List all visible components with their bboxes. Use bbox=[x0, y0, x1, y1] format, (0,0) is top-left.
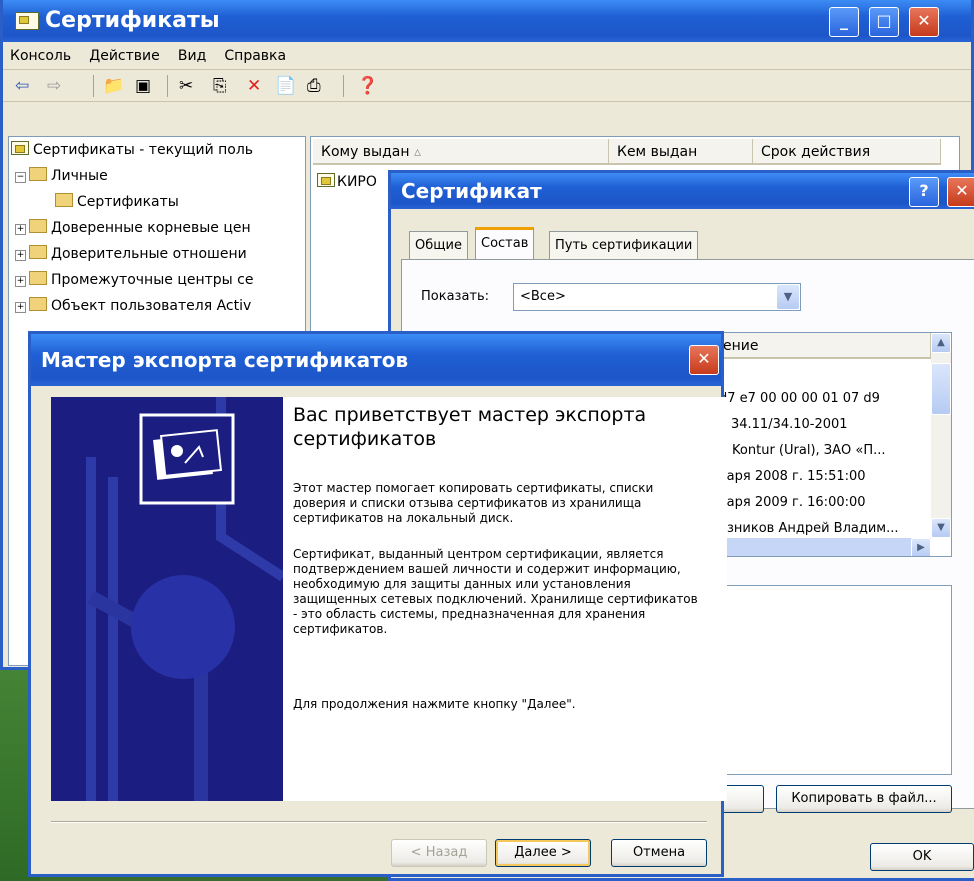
help-icon[interactable]: ❓ bbox=[357, 76, 378, 96]
menu-action[interactable]: Действие bbox=[82, 42, 166, 70]
scroll-right-icon[interactable]: ▶ bbox=[911, 538, 931, 556]
field-value-serial[interactable]: d7 e7 00 00 00 01 07 d9 bbox=[719, 391, 880, 406]
up-folder-icon[interactable]: 📁 bbox=[103, 76, 124, 96]
field-value-valid-to[interactable]: варя 2009 г. 16:00:00 bbox=[719, 495, 866, 510]
vertical-scrollbar[interactable]: ▲ ▼ bbox=[931, 333, 951, 538]
scroll-up-icon[interactable]: ▲ bbox=[931, 333, 951, 353]
tab-details[interactable]: Состав bbox=[475, 227, 535, 263]
certificate-dialog-title-bar[interactable]: Сертификат ? ✕ bbox=[391, 173, 974, 209]
folder-icon bbox=[29, 271, 47, 285]
column-issued-to[interactable]: Кому выдан ▵ bbox=[313, 139, 609, 165]
certificate-icon bbox=[15, 12, 39, 30]
certificate-banner-art bbox=[51, 397, 283, 801]
window-title: Сертификаты bbox=[45, 8, 220, 33]
ok-button[interactable]: OK bbox=[870, 843, 974, 871]
expand-icon[interactable]: + bbox=[15, 250, 26, 261]
console-root-icon bbox=[11, 141, 29, 155]
scroll-thumb[interactable] bbox=[931, 363, 951, 415]
wizard-paragraph-2: Сертификат, выданный центром сертификаци… bbox=[293, 547, 698, 636]
close-button[interactable]: ✕ bbox=[947, 177, 974, 207]
tree-item-personal[interactable]: − Личные bbox=[15, 167, 108, 184]
back-button[interactable]: < Назад bbox=[391, 839, 487, 867]
tab-general[interactable]: Общие bbox=[409, 231, 468, 260]
show-label: Показать: bbox=[421, 289, 490, 304]
folder-icon bbox=[29, 219, 47, 233]
list-row[interactable]: КИРО bbox=[317, 173, 377, 190]
collapse-icon[interactable]: − bbox=[15, 172, 26, 183]
export-wizard-dialog: Мастер экспорта сертификатов ✕ Вас приве… bbox=[28, 331, 727, 877]
menu-view[interactable]: Вид bbox=[171, 42, 213, 70]
folder-icon bbox=[29, 297, 47, 311]
close-button[interactable]: ✕ bbox=[909, 7, 939, 37]
maximize-button[interactable]: □ bbox=[869, 7, 899, 37]
tree-item-trusted-root[interactable]: + Доверенные корневые цен bbox=[15, 219, 251, 236]
copy-to-file-button[interactable]: Копировать в файл... bbox=[776, 785, 952, 813]
cut-icon[interactable]: ✂ bbox=[179, 76, 193, 96]
expand-icon[interactable]: + bbox=[15, 302, 26, 313]
folder-icon bbox=[29, 245, 47, 259]
minimize-button[interactable]: _ bbox=[829, 7, 859, 37]
menu-help[interactable]: Справка bbox=[217, 42, 293, 70]
next-button[interactable]: Далее > bbox=[495, 839, 591, 867]
tree-item-intermediate[interactable]: + Промежуточные центры се bbox=[15, 271, 253, 288]
delete-icon[interactable]: ✕ bbox=[247, 76, 261, 96]
back-arrow-icon[interactable]: ⇦ bbox=[15, 76, 29, 96]
tree-item-certificates[interactable]: Сертификаты bbox=[55, 193, 179, 210]
scroll-down-icon[interactable]: ▼ bbox=[931, 518, 951, 538]
menu-bar: Консоль Действие Вид Справка bbox=[3, 42, 971, 70]
export-list-icon[interactable]: ⎙ bbox=[307, 76, 321, 96]
field-value-algorithm[interactable]: Р 34.11/34.10-2001 bbox=[719, 417, 848, 432]
wizard-banner-image bbox=[51, 397, 283, 801]
tree-root[interactable]: Сертификаты - текущий поль bbox=[11, 141, 253, 158]
menu-console[interactable]: Консоль bbox=[3, 42, 78, 70]
wizard-heading: Вас приветствует мастер экспорта сертифи… bbox=[293, 404, 647, 450]
folder-icon bbox=[29, 167, 47, 181]
column-issued-by[interactable]: Кем выдан bbox=[609, 139, 753, 165]
dialog-title: Сертификат bbox=[401, 179, 542, 203]
close-button[interactable]: ✕ bbox=[689, 345, 719, 375]
tree-item-ad-user[interactable]: + Объект пользователя Activ bbox=[15, 297, 251, 314]
forward-arrow-icon[interactable]: ⇨ bbox=[47, 76, 61, 96]
wizard-separator bbox=[51, 821, 707, 823]
tab-certification-path[interactable]: Путь сертификации bbox=[549, 231, 699, 260]
wizard-title: Мастер экспорта сертификатов bbox=[41, 348, 409, 372]
field-value-issuer[interactable]: B Kontur (Ural), ЗАО «П... bbox=[719, 443, 886, 458]
properties-icon[interactable]: 📄 bbox=[275, 76, 296, 96]
help-button[interactable]: ? bbox=[909, 177, 939, 207]
tree-item-enterprise-trust[interactable]: + Доверительные отношени bbox=[15, 245, 247, 262]
chevron-down-icon[interactable]: ▼ bbox=[777, 285, 799, 309]
show-select[interactable]: <Все> ▼ bbox=[513, 283, 801, 311]
wizard-content: Вас приветствует мастер экспорта сертифи… bbox=[283, 397, 727, 801]
wizard-paragraph-1: Этот мастер помогает копировать сертифик… bbox=[293, 481, 654, 525]
toolbar: ⇦ ⇨ 📁 ▣ ✂ ⎘ ✕ 📄 ⎙ ❓ bbox=[3, 70, 971, 102]
show-tree-icon[interactable]: ▣ bbox=[135, 76, 151, 96]
copy-icon[interactable]: ⎘ bbox=[213, 76, 227, 96]
mmc-title-bar[interactable]: Сертификаты _ □ ✕ bbox=[3, 0, 971, 42]
certificate-icon bbox=[317, 173, 335, 187]
wizard-title-bar[interactable]: Мастер экспорта сертификатов ✕ bbox=[31, 334, 721, 386]
field-value-subject[interactable]: езников Андрей Владим... bbox=[719, 521, 899, 536]
wizard-paragraph-3: Для продолжения нажмите кнопку "Далее". bbox=[293, 697, 576, 711]
expand-icon[interactable]: + bbox=[15, 276, 26, 287]
column-expiration[interactable]: Срок действия bbox=[753, 139, 941, 165]
field-detail-box[interactable] bbox=[724, 585, 952, 775]
field-value-valid-from[interactable]: варя 2008 г. 15:51:00 bbox=[719, 469, 866, 484]
open-folder-icon bbox=[55, 193, 73, 207]
cancel-button[interactable]: Отмена bbox=[611, 839, 707, 867]
expand-icon[interactable]: + bbox=[15, 224, 26, 235]
